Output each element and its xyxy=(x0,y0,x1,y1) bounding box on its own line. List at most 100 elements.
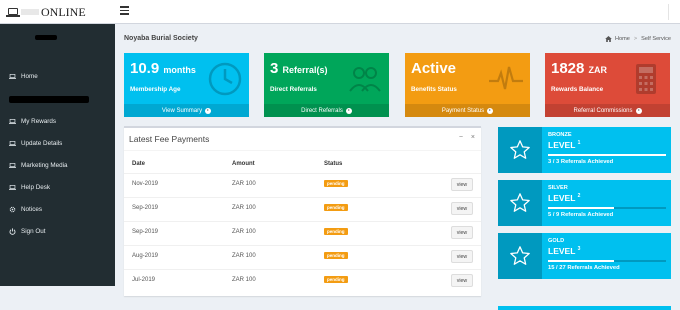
sidebar-item-label: Help Desk xyxy=(21,183,51,191)
table-row: Sep-2019 ZAR 100 pending view xyxy=(124,197,481,220)
payment-date: Sep-2019 xyxy=(132,229,159,235)
sidebar-toggle-button[interactable] xyxy=(120,6,129,15)
level-name: LEVEL xyxy=(548,246,576,256)
column-header-date: Date xyxy=(132,161,146,167)
brand-title: ONLINE xyxy=(41,4,86,19)
star-icon xyxy=(498,127,542,173)
star-icon xyxy=(498,180,542,226)
view-button[interactable]: view xyxy=(451,178,473,191)
breadcrumb: Home > Self Service xyxy=(605,36,671,42)
payment-date: Sep-2019 xyxy=(132,205,159,211)
level-progress-bar xyxy=(548,207,666,209)
sidebar-item-label: My Rewards xyxy=(21,117,56,125)
stat-value: 10.9 xyxy=(130,60,160,77)
status-badge: pending xyxy=(324,228,348,235)
payment-amount: ZAR 100 xyxy=(232,205,256,211)
breadcrumb-current: Self Service xyxy=(641,36,671,42)
level-name: LEVEL xyxy=(548,193,576,203)
calculator-icon xyxy=(628,61,664,97)
status-badge: pending xyxy=(324,252,348,259)
sidebar-item-marketing-media[interactable]: Marketing Media xyxy=(0,157,115,173)
arrow-circle-right-icon xyxy=(345,107,352,114)
payment-amount: ZAR 100 xyxy=(232,229,256,235)
panel-title: Latest Fee Payments xyxy=(129,134,210,144)
arrow-circle-right-icon xyxy=(487,107,494,114)
level-number: 3 xyxy=(577,246,581,253)
gear-icon xyxy=(8,205,16,213)
stat-box-direct-referrals: 3 Referral(s) Direct Referrals Direct Refe… xyxy=(264,53,389,117)
sidebar-item-label: Notices xyxy=(21,205,42,213)
sidebar-item-update-details[interactable]: Update Details xyxy=(0,135,115,151)
payment-date: Nov-2019 xyxy=(132,181,159,187)
level-box-partial xyxy=(498,306,671,310)
arrow-circle-right-icon xyxy=(635,107,642,114)
sidebar-item-label: Home xyxy=(21,72,38,80)
page-title: Noyaba Burial Society xyxy=(124,35,198,42)
users-icon xyxy=(347,61,383,97)
sidebar-item-label: Update Details xyxy=(21,139,63,147)
level-number: 2 xyxy=(577,193,581,200)
sidebar-item-help-desk[interactable]: Help Desk xyxy=(0,179,115,195)
view-button[interactable]: view xyxy=(451,250,473,263)
level-progress-bar xyxy=(548,260,666,262)
payment-amount: ZAR 100 xyxy=(232,277,256,283)
sidebar-item-label: Sign Out xyxy=(21,227,46,235)
stat-value: 1828 xyxy=(551,60,585,77)
table-row: Nov-2019 ZAR 100 pending view xyxy=(124,173,481,196)
home-icon xyxy=(605,36,612,42)
level-box-silver: SILVER LEVEL 2 5 / 9 Referrals Achieved xyxy=(498,180,671,226)
stat-footer-link[interactable]: Payment Status xyxy=(405,104,530,117)
stat-footer-link[interactable]: View Summary xyxy=(124,104,249,117)
column-header-status: Status xyxy=(324,161,343,167)
stat-value: Active xyxy=(411,60,457,77)
stat-label: Direct Referrals xyxy=(270,86,317,93)
stat-footer-link[interactable]: Referral Commissions xyxy=(545,104,670,117)
stat-box-benefits-status: Active Benefits Status Payment Status xyxy=(405,53,530,117)
level-box-bronze: BRONZE LEVEL 1 3 / 3 Referrals Achieved xyxy=(498,127,671,173)
level-description: 15 / 27 Referrals Achieved xyxy=(548,265,620,271)
close-icon[interactable]: × xyxy=(471,134,475,141)
collapse-icon[interactable]: − xyxy=(459,134,463,141)
redacted-user-info xyxy=(9,96,89,103)
stat-box-membership-age: 10.9 months Membership Age View Summary xyxy=(124,53,249,117)
stat-label: Rewards Balance xyxy=(551,86,604,93)
sidebar-item-notices[interactable]: Notices xyxy=(0,201,115,217)
power-icon xyxy=(8,227,16,235)
level-tier: BRONZE xyxy=(548,132,572,138)
laptop-icon xyxy=(8,161,16,169)
view-button[interactable]: view xyxy=(451,202,473,215)
redacted-user-name xyxy=(35,35,57,40)
stat-unit: ZAR xyxy=(588,65,608,75)
stat-value: 3 xyxy=(270,60,279,77)
stat-footer-link[interactable]: Direct Referrals xyxy=(264,104,389,117)
stat-box-rewards-balance: 1828 ZAR Rewards Balance Referral Commissi… xyxy=(545,53,670,117)
sidebar-item-sign-out[interactable]: Sign Out xyxy=(0,223,115,239)
level-tier: SILVER xyxy=(548,185,568,191)
navbar-divider xyxy=(668,4,669,20)
level-tier: GOLD xyxy=(548,238,565,244)
status-badge: pending xyxy=(324,204,348,211)
sidebar: Home My Rewards Update Details Marketing Me… xyxy=(0,24,115,286)
stat-label: Benefits Status xyxy=(411,86,457,93)
top-navbar: ONLINE xyxy=(0,0,680,24)
level-progress-bar xyxy=(548,154,666,156)
laptop-icon xyxy=(8,139,16,147)
level-name: LEVEL xyxy=(548,140,576,150)
main-content: Noyaba Burial Society Home > Self Servic… xyxy=(115,24,680,310)
laptop-icon xyxy=(8,72,16,80)
status-badge: pending xyxy=(324,276,348,283)
arrow-circle-right-icon xyxy=(205,107,212,114)
breadcrumb-home-link[interactable]: Home xyxy=(615,36,630,42)
brand-logo[interactable]: ONLINE xyxy=(0,0,115,24)
stat-label: Membership Age xyxy=(130,86,181,93)
laptop-icon xyxy=(8,117,16,125)
view-button[interactable]: view xyxy=(451,226,473,239)
clock-icon xyxy=(207,61,243,97)
redacted-brand-text xyxy=(21,9,39,15)
level-description: 5 / 9 Referrals Achieved xyxy=(548,212,614,218)
sidebar-item-home[interactable]: Home xyxy=(0,68,115,84)
status-badge: pending xyxy=(324,180,348,187)
sidebar-item-my-rewards[interactable]: My Rewards xyxy=(0,113,115,129)
view-button[interactable]: view xyxy=(451,274,473,287)
laptop-icon xyxy=(6,7,20,17)
